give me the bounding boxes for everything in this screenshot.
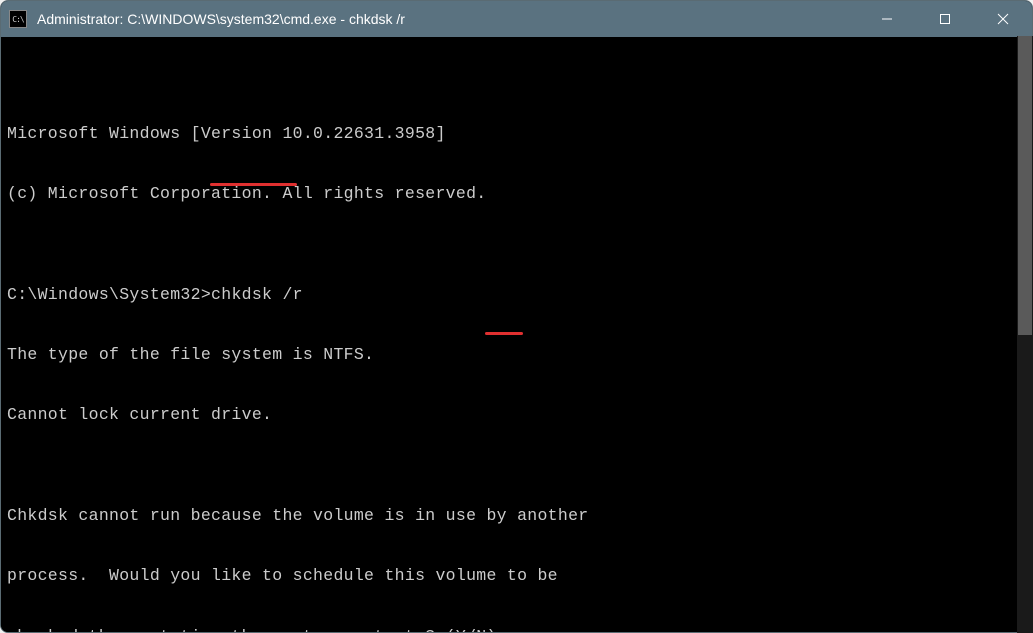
output-line: The type of the file system is NTFS. [7, 345, 1032, 365]
prompt-command: chkdsk /r [211, 285, 303, 304]
minimize-icon [881, 13, 893, 25]
close-button[interactable] [974, 1, 1032, 37]
titlebar[interactable]: C:\ Administrator: C:\WINDOWS\system32\c… [1, 1, 1032, 37]
window-controls [858, 1, 1032, 37]
terminal-content: Microsoft Windows [Version 10.0.22631.39… [7, 83, 1032, 632]
output-line: process. Would you like to schedule this… [7, 566, 1032, 586]
annotation-underline [210, 183, 297, 186]
output-line: Cannot lock current drive. [7, 405, 1032, 425]
maximize-icon [939, 13, 951, 25]
window-title: Administrator: C:\WINDOWS\system32\cmd.e… [37, 11, 858, 27]
terminal-area[interactable]: Microsoft Windows [Version 10.0.22631.39… [1, 37, 1032, 632]
prompt-path: C:\Windows\System32> [7, 285, 211, 304]
maximize-button[interactable] [916, 1, 974, 37]
output-line: checked the next time the system restart… [7, 627, 1032, 632]
output-line: Microsoft Windows [Version 10.0.22631.39… [7, 124, 1032, 144]
prompt-line: C:\Windows\System32>chkdsk /r [7, 285, 1032, 305]
output-line: (c) Microsoft Corporation. All rights re… [7, 184, 1032, 204]
user-input: y [507, 627, 517, 632]
cmd-icon: C:\ [9, 10, 27, 28]
annotation-underline [485, 332, 523, 335]
prompt-question: checked the next time the system restart… [7, 627, 507, 632]
scrollbar-thumb[interactable] [1018, 36, 1032, 335]
minimize-button[interactable] [858, 1, 916, 37]
scrollbar-track[interactable] [1017, 36, 1033, 633]
output-line: Chkdsk cannot run because the volume is … [7, 506, 1032, 526]
close-icon [997, 13, 1009, 25]
cmd-window: C:\ Administrator: C:\WINDOWS\system32\c… [0, 0, 1033, 633]
